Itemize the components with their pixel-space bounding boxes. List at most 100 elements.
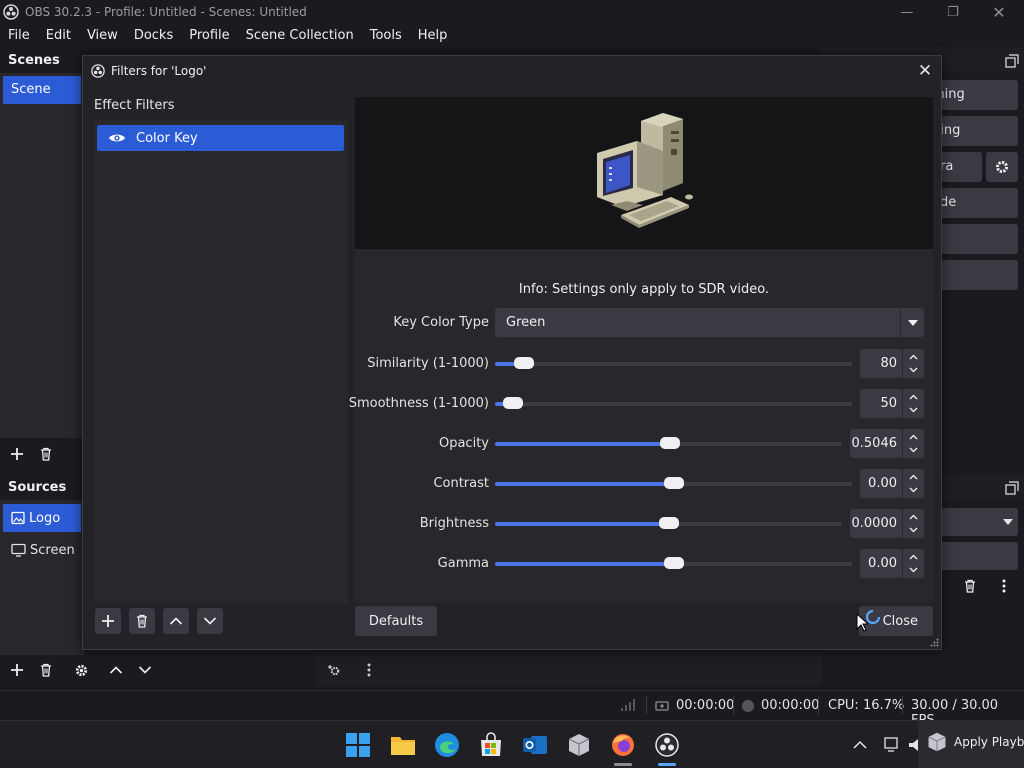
similarity-slider[interactable] bbox=[495, 357, 852, 369]
opacity-label: Opacity bbox=[438, 436, 489, 451]
spin-arrows[interactable] bbox=[902, 509, 924, 538]
status-divider bbox=[646, 696, 647, 714]
sources-header: Sources bbox=[8, 479, 67, 495]
filters-dialog: Filters for 'Logo' ✕ Effect Filters Colo… bbox=[82, 55, 942, 650]
exit-button[interactable] bbox=[940, 260, 1018, 290]
virtualbox-cube-icon[interactable] bbox=[566, 732, 592, 758]
menu-tools[interactable]: Tools bbox=[362, 28, 410, 43]
key-color-type-select[interactable]: Green bbox=[495, 308, 924, 337]
chevron-up-icon[interactable] bbox=[909, 514, 918, 520]
source-item-logo[interactable]: Logo bbox=[3, 504, 81, 532]
dialog-close-icon[interactable]: ✕ bbox=[915, 61, 935, 81]
filter-item-color-key[interactable]: Color Key bbox=[97, 125, 344, 151]
menu-profile[interactable]: Profile bbox=[181, 28, 237, 43]
spin-arrows[interactable] bbox=[902, 389, 924, 418]
brightness-slider-handle[interactable] bbox=[658, 517, 679, 529]
gamma-spinbox[interactable]: 0.00 bbox=[860, 549, 924, 578]
tray-chevron-up-icon[interactable] bbox=[852, 737, 868, 753]
move-source-down-icon[interactable] bbox=[133, 659, 157, 681]
menu-edit[interactable]: Edit bbox=[38, 28, 79, 43]
file-explorer-icon[interactable] bbox=[390, 732, 416, 758]
mixer-menu-icon[interactable] bbox=[357, 659, 381, 681]
window-close-icon[interactable]: ✕ bbox=[976, 0, 1022, 24]
close-button[interactable]: Close bbox=[859, 606, 933, 636]
defaults-button[interactable]: Defaults bbox=[355, 606, 437, 636]
remove-transition-icon[interactable] bbox=[958, 575, 982, 597]
notification-toast[interactable]: Apply Playbo bbox=[918, 721, 1024, 768]
menu-help[interactable]: Help bbox=[410, 28, 456, 43]
maximize-icon[interactable]: ❐ bbox=[930, 0, 976, 24]
start-recording-button[interactable]: ding bbox=[940, 116, 1018, 146]
microsoft-store-icon[interactable] bbox=[478, 732, 504, 758]
contrast-slider[interactable] bbox=[495, 477, 852, 489]
mixer-settings-gear-icon[interactable] bbox=[322, 659, 346, 681]
add-scene-icon[interactable] bbox=[5, 443, 29, 465]
eye-visibility-icon[interactable] bbox=[108, 132, 126, 144]
remove-source-icon[interactable] bbox=[34, 659, 58, 681]
settings-button[interactable] bbox=[940, 224, 1018, 254]
chevron-down-icon[interactable] bbox=[909, 567, 918, 573]
edge-browser-icon[interactable] bbox=[434, 732, 460, 758]
undock-transitions-icon[interactable] bbox=[1000, 477, 1024, 499]
virtual-camera-settings-gear-icon[interactable] bbox=[986, 152, 1018, 182]
add-source-icon[interactable] bbox=[5, 659, 29, 681]
source-properties-gear-icon[interactable] bbox=[69, 659, 93, 681]
opacity-slider[interactable] bbox=[495, 437, 842, 449]
similarity-spinbox[interactable]: 80 bbox=[860, 349, 924, 378]
gamma-slider[interactable] bbox=[495, 557, 852, 569]
chevron-down-icon[interactable] bbox=[909, 527, 918, 533]
smoothness-spinbox[interactable]: 50 bbox=[860, 389, 924, 418]
scene-item[interactable]: Scene bbox=[3, 76, 81, 104]
gamma-slider-handle[interactable] bbox=[663, 557, 684, 569]
minimize-icon[interactable]: — bbox=[884, 0, 930, 24]
chevron-down-icon[interactable] bbox=[909, 367, 918, 373]
contrast-spinbox[interactable]: 0.00 bbox=[860, 469, 924, 498]
firefox-icon[interactable] bbox=[610, 732, 636, 758]
chevron-down-icon[interactable] bbox=[909, 487, 918, 493]
remove-filter-icon[interactable] bbox=[129, 608, 155, 634]
start-streaming-button[interactable]: ming bbox=[940, 80, 1018, 110]
stream-status: 00:00:00 bbox=[654, 698, 734, 713]
chevron-up-icon[interactable] bbox=[909, 394, 918, 400]
title-bar: OBS 30.2.3 - Profile: Untitled - Scenes:… bbox=[0, 0, 1024, 24]
studio-mode-button[interactable]: ode bbox=[940, 188, 1018, 218]
remove-scene-icon[interactable] bbox=[34, 443, 58, 465]
monitor-tray-icon[interactable] bbox=[884, 736, 902, 754]
move-filter-up-icon[interactable] bbox=[163, 608, 189, 634]
menu-view[interactable]: View bbox=[79, 28, 126, 43]
virtual-camera-button[interactable]: era bbox=[940, 152, 982, 182]
spin-arrows[interactable] bbox=[902, 469, 924, 498]
spin-arrows[interactable] bbox=[902, 349, 924, 378]
chevron-up-icon[interactable] bbox=[909, 474, 918, 480]
control-label: ming bbox=[940, 87, 965, 102]
similarity-slider-handle[interactable] bbox=[513, 357, 534, 369]
smoothness-slider[interactable] bbox=[495, 397, 852, 409]
chevron-up-icon[interactable] bbox=[909, 554, 918, 560]
opacity-slider-handle[interactable] bbox=[660, 437, 681, 449]
obs-taskbar-icon[interactable] bbox=[654, 732, 680, 758]
spin-arrows[interactable] bbox=[902, 429, 924, 458]
brightness-spinbox[interactable]: 0.0000 bbox=[850, 509, 924, 538]
menu-file[interactable]: File bbox=[0, 28, 38, 43]
add-filter-icon[interactable] bbox=[95, 608, 121, 634]
windows-start-icon[interactable] bbox=[345, 732, 371, 758]
source-item-screen[interactable]: Screen bbox=[3, 536, 81, 564]
menu-docks[interactable]: Docks bbox=[126, 28, 181, 43]
move-filter-down-icon[interactable] bbox=[197, 608, 223, 634]
brightness-slider[interactable] bbox=[495, 517, 842, 529]
chevron-up-icon[interactable] bbox=[909, 354, 918, 360]
move-source-up-icon[interactable] bbox=[104, 659, 128, 681]
chevron-down-icon[interactable] bbox=[909, 407, 918, 413]
spin-arrows[interactable] bbox=[902, 549, 924, 578]
menu-scene-collection[interactable]: Scene Collection bbox=[238, 28, 362, 43]
undock-icon[interactable] bbox=[1000, 50, 1024, 72]
outlook-icon[interactable] bbox=[522, 732, 548, 758]
contrast-slider-handle[interactable] bbox=[663, 477, 684, 489]
chevron-down-icon[interactable] bbox=[909, 447, 918, 453]
opacity-spinbox[interactable]: 0.5046 bbox=[850, 429, 924, 458]
transition-menu-icon[interactable] bbox=[992, 575, 1016, 597]
smoothness-slider-handle[interactable] bbox=[502, 397, 523, 409]
chevron-up-icon[interactable] bbox=[909, 434, 918, 440]
transition-duration-spin[interactable] bbox=[940, 542, 1018, 570]
resize-grip-icon[interactable] bbox=[930, 638, 939, 647]
